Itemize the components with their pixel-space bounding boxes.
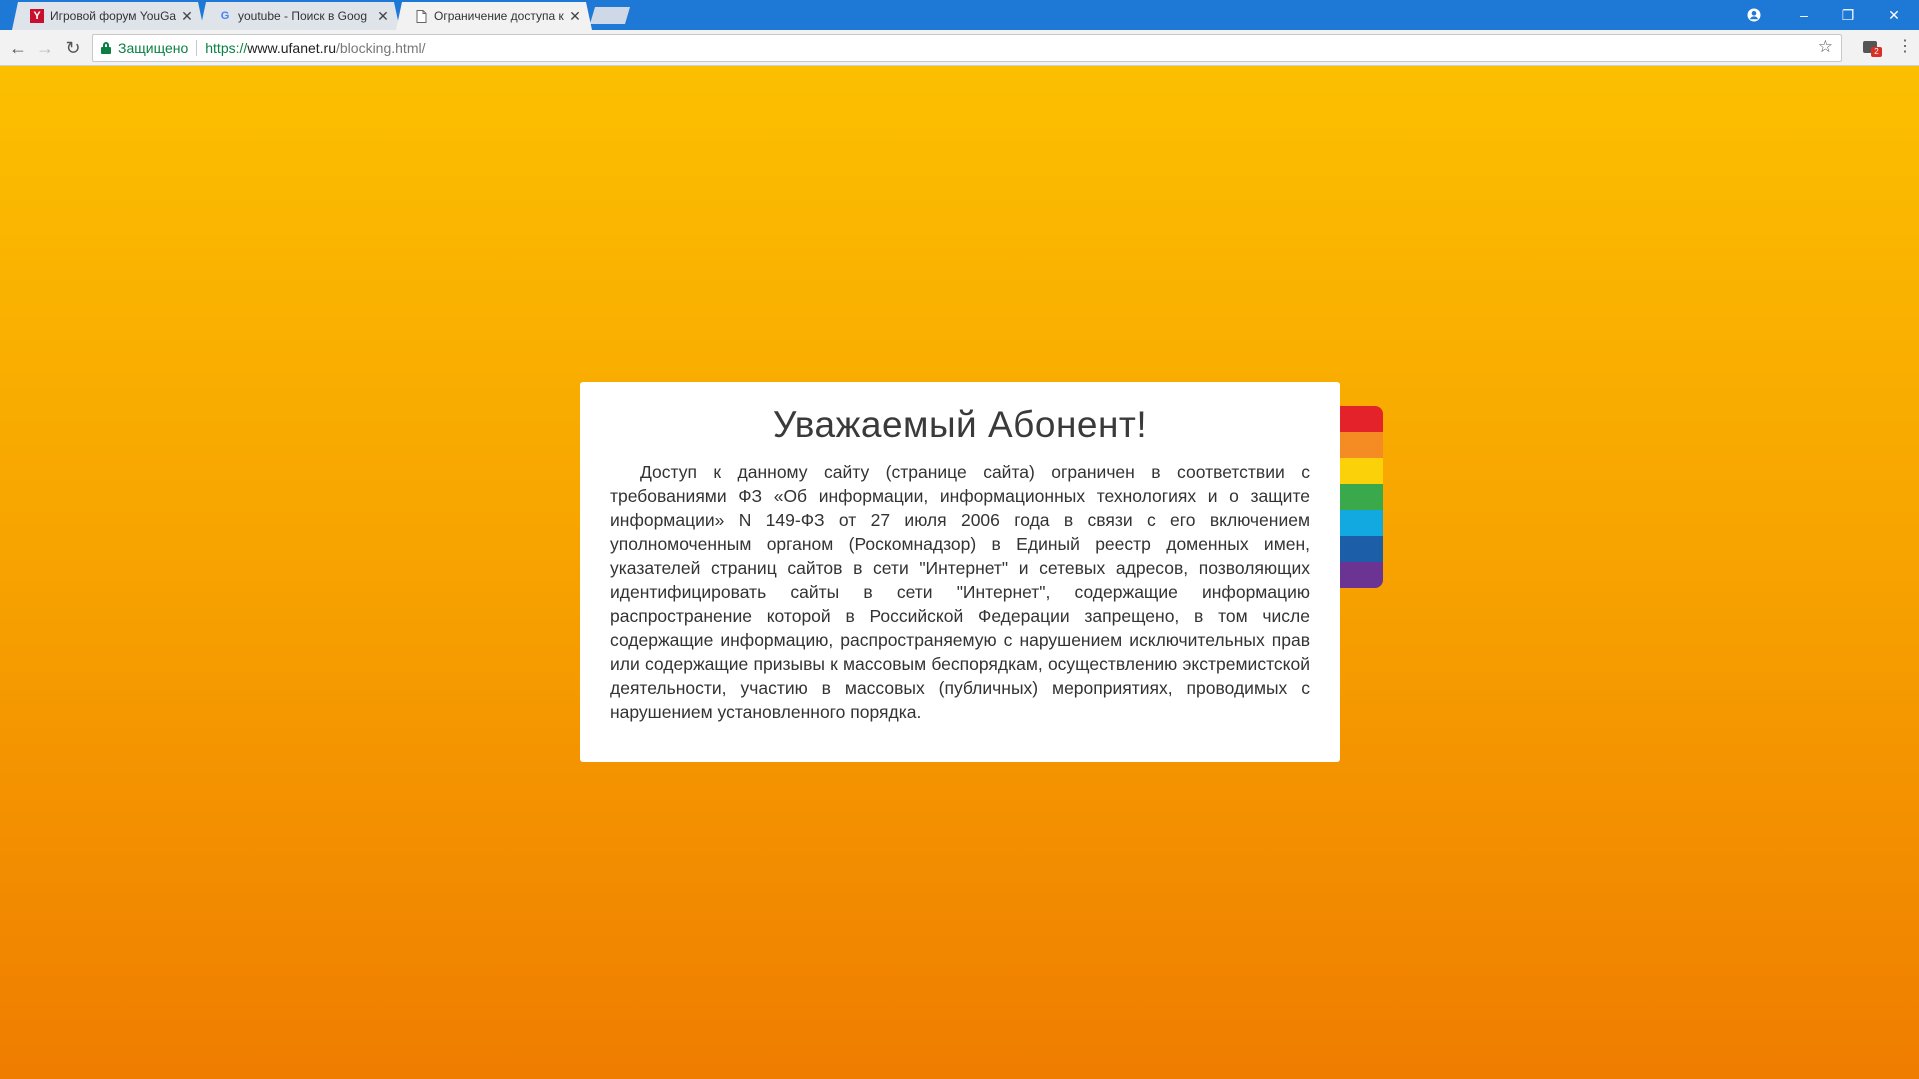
omnibox-divider <box>196 40 198 56</box>
url-text[interactable]: https://www.ufanet.ru/blocking.html/ <box>205 40 425 56</box>
tab-google-search[interactable]: G youtube - Поиск в Goog ✕ <box>200 2 400 30</box>
back-button[interactable]: ← <box>6 36 30 60</box>
tab-blocking-page[interactable]: Ограничение доступа к ✕ <box>396 2 592 30</box>
tab-title: youtube - Поиск в Goog <box>238 9 368 23</box>
url-prefix: https:// <box>205 40 248 56</box>
notice-body: Доступ к данному сайту (странице сайта) … <box>610 462 1310 722</box>
page-background: Уважаемый Абонент! Доступ к данному сайт… <box>0 66 1919 1079</box>
tab-yougame[interactable]: Y Игровой форум YouGam ✕ <box>12 2 204 30</box>
lock-icon[interactable] <box>101 42 111 54</box>
secure-label[interactable]: Защищено <box>118 40 188 56</box>
notice-card: Уважаемый Абонент! Доступ к данному сайт… <box>580 382 1340 762</box>
browser-menu-icon[interactable]: ⋮ <box>1897 38 1913 56</box>
account-icon[interactable] <box>1732 0 1776 30</box>
new-tab-button[interactable] <box>590 7 630 24</box>
minimize-button[interactable]: – <box>1782 0 1826 30</box>
page-icon <box>414 9 428 23</box>
reload-button[interactable]: ↻ <box>61 36 85 60</box>
notice-title: Уважаемый Абонент! <box>772 404 1148 445</box>
url-host: www.ufanet.ru <box>247 40 336 56</box>
tab-close-icon[interactable]: ✕ <box>376 8 390 25</box>
address-bar[interactable]: Защищено https://www.ufanet.ru/blocking.… <box>92 34 1842 62</box>
tab-title: Игровой форум YouGam <box>50 9 176 23</box>
extension-icon[interactable]: 2 <box>1862 37 1882 57</box>
yougame-favicon-icon: Y <box>30 9 44 23</box>
tab-close-icon[interactable]: ✕ <box>568 8 582 25</box>
url-path: /blocking.html/ <box>336 40 426 56</box>
browser-titlebar: Y Игровой форум YouGam ✕ G youtube - Пои… <box>0 0 1919 30</box>
close-window-button[interactable]: ✕ <box>1872 0 1916 30</box>
google-favicon-icon: G <box>220 10 230 22</box>
forward-button[interactable]: → <box>33 36 57 60</box>
tab-close-icon[interactable]: ✕ <box>180 8 194 25</box>
extension-badge: 2 <box>1871 47 1882 57</box>
bookmark-star-icon[interactable]: ☆ <box>1818 37 1833 57</box>
tab-title: Ограничение доступа к <box>434 9 564 23</box>
browser-toolbar: ← → ↻ Защищено https://www.ufanet.ru/blo… <box>0 30 1919 66</box>
restore-button[interactable]: ❐ <box>1826 0 1870 30</box>
